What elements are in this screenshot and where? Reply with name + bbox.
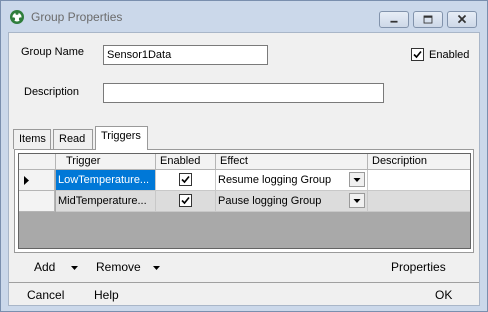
effect-dropdown-button[interactable]	[349, 172, 365, 187]
dialog-client-area: Group Name Enabled Description Items Rea…	[8, 32, 480, 306]
column-header-description[interactable]: Description	[368, 154, 470, 170]
description-cell[interactable]	[368, 191, 470, 212]
check-icon	[181, 196, 190, 205]
enabled-label: Enabled	[429, 49, 470, 61]
description-cell[interactable]	[368, 170, 470, 191]
enabled-cell	[156, 170, 216, 191]
check-icon	[181, 175, 190, 184]
dropdown-arrow-icon	[353, 178, 361, 182]
effect-value: Resume logging Group	[218, 174, 332, 186]
column-header-effect[interactable]: Effect	[216, 154, 368, 170]
close-icon	[457, 14, 467, 24]
maximize-button[interactable]	[413, 11, 443, 28]
add-dropdown-arrow-icon[interactable]	[71, 266, 78, 270]
title-bar[interactable]: Group Properties	[1, 1, 487, 31]
enabled-cell	[156, 191, 216, 212]
column-header-trigger[interactable]: Trigger	[56, 154, 156, 170]
tab-triggers[interactable]: Triggers	[95, 126, 148, 150]
trigger-cell[interactable]: LowTemperature...	[56, 170, 156, 191]
description-label: Description	[24, 86, 80, 98]
effect-value: Pause logging Group	[218, 195, 322, 207]
trigger-cell[interactable]: MidTemperature...	[56, 191, 156, 212]
minimize-icon	[390, 20, 398, 23]
group-name-label: Group Name	[21, 46, 84, 58]
dropdown-arrow-icon	[353, 199, 361, 203]
row-enabled-checkbox[interactable]	[179, 173, 192, 186]
tab-items[interactable]: Items	[13, 129, 51, 149]
remove-dropdown-arrow-icon[interactable]	[153, 266, 160, 270]
check-icon	[413, 50, 422, 59]
triggers-tab-panel: Trigger Enabled Effect Description LowTe…	[14, 149, 474, 253]
app-icon	[10, 10, 24, 24]
column-header-enabled[interactable]: Enabled	[156, 154, 216, 170]
maximize-icon	[423, 15, 433, 24]
effect-dropdown-button[interactable]	[349, 193, 365, 208]
grid-corner-header	[19, 154, 56, 170]
add-button[interactable]: Add	[34, 260, 55, 274]
cancel-button[interactable]: Cancel	[27, 288, 64, 302]
help-button[interactable]: Help	[94, 288, 119, 302]
tab-read[interactable]: Read	[53, 129, 93, 149]
effect-cell[interactable]: Pause logging Group	[216, 191, 368, 212]
enabled-checkbox[interactable]	[411, 48, 424, 61]
row-header[interactable]	[19, 170, 55, 191]
footer-divider	[9, 282, 479, 283]
properties-button[interactable]: Properties	[391, 260, 446, 274]
window-title: Group Properties	[31, 10, 123, 24]
close-button[interactable]	[447, 11, 477, 28]
minimize-button[interactable]	[379, 11, 409, 28]
row-enabled-checkbox[interactable]	[179, 194, 192, 207]
group-name-field[interactable]	[103, 45, 268, 65]
description-field[interactable]	[103, 83, 384, 103]
group-properties-window: Group Properties Group Name Enabled Desc…	[0, 0, 488, 312]
ok-button[interactable]: OK	[435, 288, 452, 302]
effect-cell[interactable]: Resume logging Group	[216, 170, 368, 191]
triggers-grid[interactable]: Trigger Enabled Effect Description LowTe…	[18, 153, 471, 249]
grid-toolbar: Add Remove Properties	[14, 256, 474, 278]
row-header[interactable]	[19, 191, 55, 212]
row-pointer-icon	[24, 176, 29, 185]
remove-button[interactable]: Remove	[96, 260, 141, 274]
